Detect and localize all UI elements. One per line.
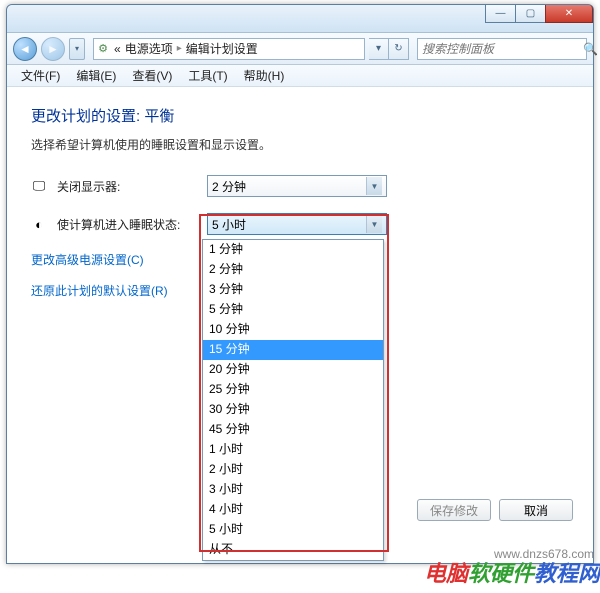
cancel-button[interactable]: 取消 xyxy=(499,499,573,521)
dropdown-option[interactable]: 2 小时 xyxy=(203,460,383,480)
display-off-combo[interactable]: 2 分钟 ▼ xyxy=(207,175,387,197)
button-row: 保存修改 取消 xyxy=(417,499,573,521)
control-panel-icon: ⚙ xyxy=(94,42,112,55)
dropdown-option[interactable]: 10 分钟 xyxy=(203,320,383,340)
breadcrumb-edit-plan[interactable]: 编辑计划设置 xyxy=(184,40,260,57)
dropdown-option[interactable]: 5 小时 xyxy=(203,520,383,540)
breadcrumb-sep-icon: ▸ xyxy=(175,43,184,54)
search-icon[interactable]: 🔍 xyxy=(583,42,598,56)
dropdown-option[interactable]: 3 小时 xyxy=(203,480,383,500)
menu-edit[interactable]: 编辑(E) xyxy=(68,65,124,86)
dropdown-option[interactable]: 45 分钟 xyxy=(203,420,383,440)
breadcrumb-power[interactable]: 电源选项 xyxy=(123,40,175,57)
back-button[interactable]: ◄ xyxy=(13,37,37,61)
search-input[interactable] xyxy=(418,42,583,56)
save-button[interactable]: 保存修改 xyxy=(417,499,491,521)
sleep-combo[interactable]: 5 小时 ▼ xyxy=(207,213,387,235)
chevron-down-icon: ▼ xyxy=(366,215,382,233)
dropdown-option[interactable]: 25 分钟 xyxy=(203,380,383,400)
page-subtext: 选择希望计算机使用的睡眠设置和显示设置。 xyxy=(31,136,569,153)
sleep-dropdown-list[interactable]: 1 分钟2 分钟3 分钟5 分钟10 分钟15 分钟20 分钟25 分钟30 分… xyxy=(202,239,384,561)
maximize-button[interactable]: ▢ xyxy=(515,5,545,23)
menu-help[interactable]: 帮助(H) xyxy=(236,65,293,86)
dropdown-option[interactable]: 5 分钟 xyxy=(203,300,383,320)
minimize-button[interactable]: — xyxy=(485,5,515,23)
address-dropdown-button[interactable]: ▾ xyxy=(369,38,389,60)
sleep-value: 5 小时 xyxy=(212,216,246,233)
chevron-down-icon: ▼ xyxy=(366,177,382,195)
dropdown-option[interactable]: 30 分钟 xyxy=(203,400,383,420)
forward-button[interactable]: ► xyxy=(41,37,65,61)
menu-tools[interactable]: 工具(T) xyxy=(180,65,235,86)
dropdown-option[interactable]: 从不 xyxy=(203,540,383,560)
dropdown-option[interactable]: 1 分钟 xyxy=(203,240,383,260)
row-display-off: 🖵 关闭显示器: 2 分钟 ▼ xyxy=(31,175,569,197)
watermark-part1: 电脑 xyxy=(424,561,468,586)
watermark-part3: 教程网 xyxy=(534,561,600,586)
breadcrumb-prefix: « xyxy=(112,42,123,56)
watermark-part2: 软硬件 xyxy=(468,561,534,586)
dropdown-option[interactable]: 1 小时 xyxy=(203,440,383,460)
search-box[interactable]: 🔍 xyxy=(417,38,587,60)
address-bar[interactable]: ⚙ « 电源选项 ▸ 编辑计划设置 xyxy=(93,38,365,60)
menubar: 文件(F) 编辑(E) 查看(V) 工具(T) 帮助(H) xyxy=(7,65,593,87)
page-title: 更改计划的设置: 平衡 xyxy=(31,105,569,126)
menu-file[interactable]: 文件(F) xyxy=(13,65,68,86)
dropdown-option[interactable]: 15 分钟 xyxy=(203,340,383,360)
dropdown-option[interactable]: 4 小时 xyxy=(203,500,383,520)
watermark: 电脑软硬件教程网 xyxy=(424,556,600,588)
dropdown-option[interactable]: 2 分钟 xyxy=(203,260,383,280)
dropdown-option[interactable]: 20 分钟 xyxy=(203,360,383,380)
moon-icon: ◐ xyxy=(31,216,47,232)
menu-view[interactable]: 查看(V) xyxy=(124,65,180,86)
dropdown-option[interactable]: 3 分钟 xyxy=(203,280,383,300)
row-sleep: ◐ 使计算机进入睡眠状态: 5 小时 ▼ xyxy=(31,213,569,235)
display-off-label: 关闭显示器: xyxy=(57,178,197,195)
display-off-value: 2 分钟 xyxy=(212,178,246,195)
history-dropdown[interactable]: ▾ xyxy=(69,38,85,60)
navbar: ◄ ► ▾ ⚙ « 电源选项 ▸ 编辑计划设置 ▾ ↻ 🔍 xyxy=(7,33,593,65)
titlebar: — ▢ ✕ xyxy=(7,5,593,33)
monitor-icon: 🖵 xyxy=(31,178,47,194)
control-panel-window: — ▢ ✕ ◄ ► ▾ ⚙ « 电源选项 ▸ 编辑计划设置 ▾ ↻ 🔍 文件(F… xyxy=(6,4,594,564)
refresh-button[interactable]: ↻ xyxy=(389,38,409,60)
sleep-label: 使计算机进入睡眠状态: xyxy=(57,216,197,233)
close-button[interactable]: ✕ xyxy=(545,5,593,23)
address-buttons: ▾ ↻ xyxy=(369,38,409,60)
